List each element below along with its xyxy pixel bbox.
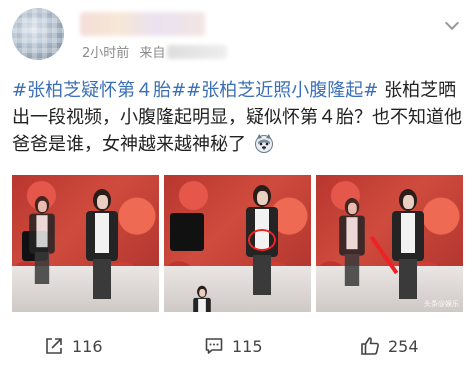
image-grid: 头条@娱乐 (12, 175, 463, 312)
post-image-2[interactable] (164, 175, 311, 312)
avatar[interactable] (12, 8, 64, 60)
post-source-prefix: 来自 (139, 46, 166, 61)
thumbs-up-icon (361, 337, 379, 355)
post-text: #张柏芝疑怀第４胎##张柏芝近照小腹隆起# 张柏芝晒出一段视频，小腹隆起明显，疑… (12, 77, 467, 158)
chevron-down-icon[interactable] (444, 15, 460, 31)
share-icon (46, 338, 62, 354)
share-button[interactable]: 116 (44, 335, 103, 357)
post-image-3[interactable]: 头条@娱乐 (316, 175, 463, 312)
comment-icon (205, 338, 223, 354)
post-image-1[interactable] (12, 175, 159, 312)
post-meta: 2小时前 来自 (82, 42, 228, 61)
share-count: 116 (72, 336, 103, 356)
husky-emoji-icon (254, 134, 273, 153)
image-watermark: 头条@娱乐 (424, 300, 459, 308)
comment-count: 115 (232, 336, 263, 356)
hashtag-1[interactable]: #张柏芝疑怀第４胎# (12, 80, 186, 101)
action-bar: 116 115 254 (0, 325, 475, 365)
username-blurred[interactable] (80, 12, 205, 36)
post-header: 2小时前 来自 (0, 0, 475, 66)
comment-button[interactable]: 115 (204, 335, 263, 357)
post-time: 2小时前 (82, 46, 130, 61)
post-source-blurred[interactable] (167, 45, 228, 59)
like-count: 254 (388, 336, 419, 356)
hashtag-2[interactable]: #张柏芝近照小腹隆起# (186, 80, 378, 101)
like-button[interactable]: 254 (360, 335, 419, 357)
